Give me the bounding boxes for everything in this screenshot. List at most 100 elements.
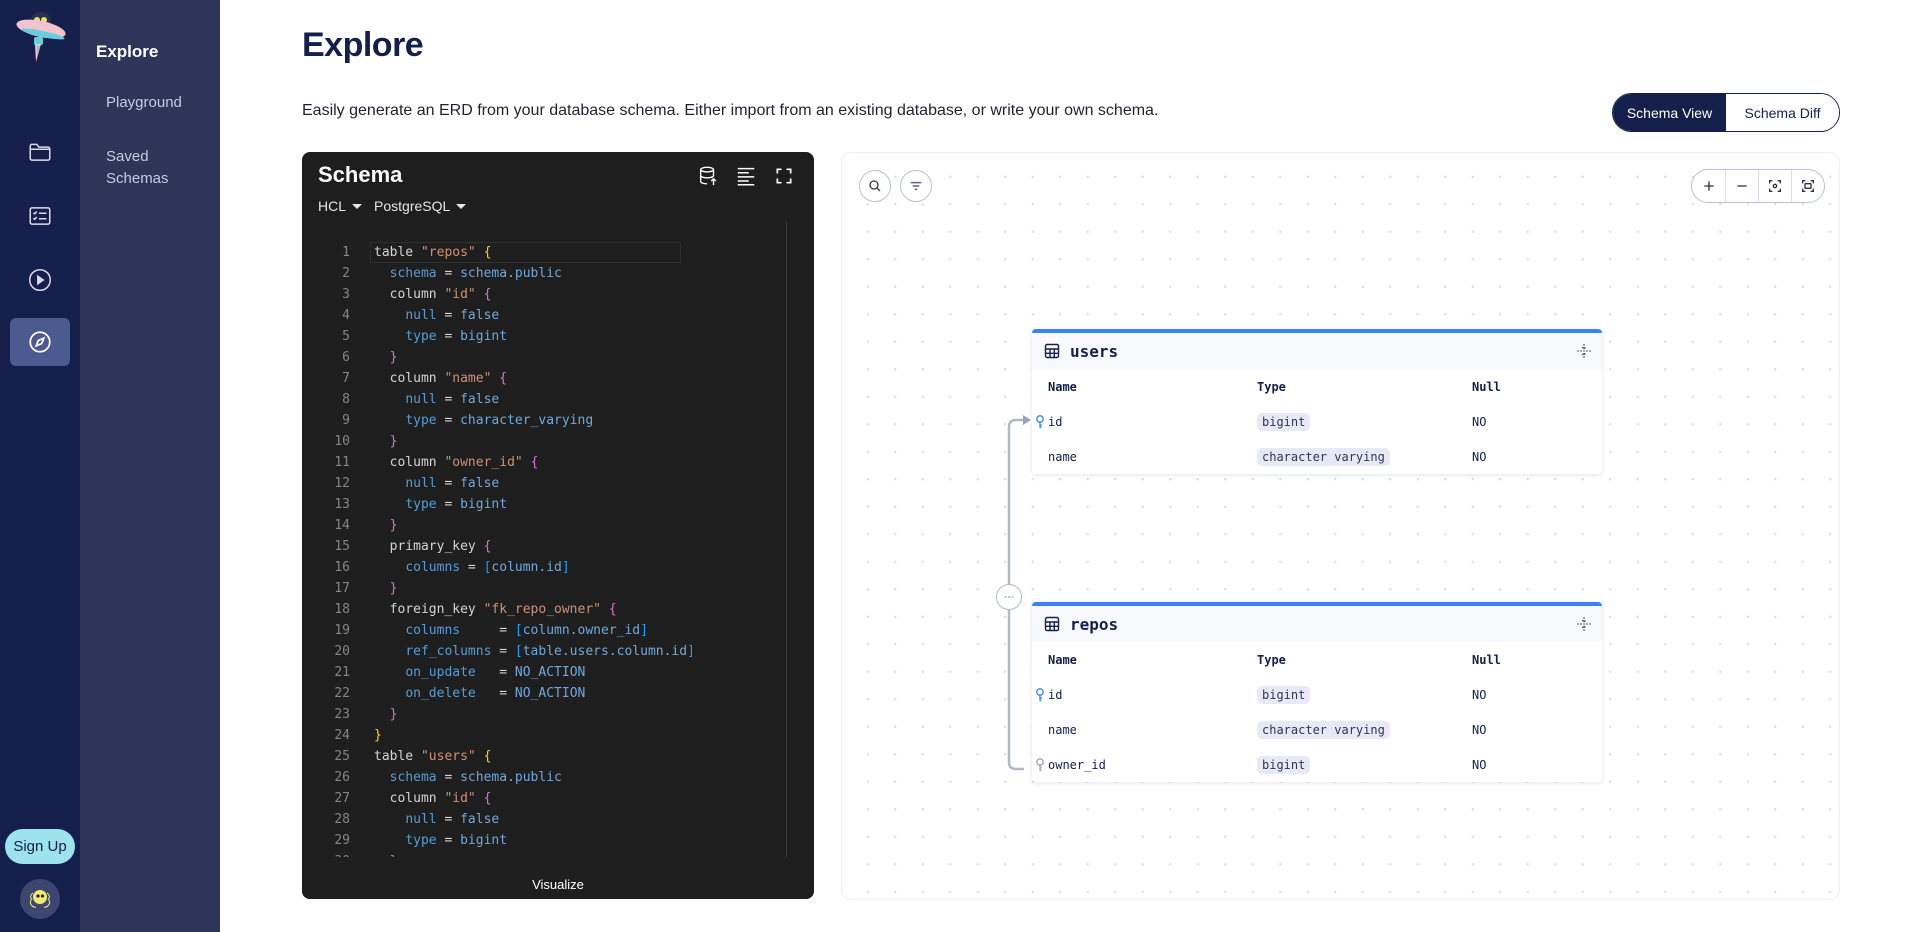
null-header: Null	[1472, 379, 1501, 394]
code-line[interactable]: 8 null = false	[320, 389, 695, 410]
code-line[interactable]: 20 ref_columns = [table.users.column.id]	[320, 641, 695, 662]
relation-edge	[1007, 415, 1031, 771]
code-line[interactable]: 2 schema = schema.public	[320, 263, 695, 284]
code-text: null = false	[405, 476, 500, 491]
line-number: 11	[334, 455, 350, 470]
line-number: 14	[334, 518, 350, 533]
code-line[interactable]: 14 }	[320, 515, 695, 536]
code-line[interactable]: 9 type = character_varying	[320, 410, 695, 431]
code-line[interactable]: 29 type = bigint	[320, 830, 695, 851]
column-null: NO	[1472, 414, 1487, 429]
icon-rail: Sign Up	[0, 0, 80, 932]
code-line[interactable]: 15 primary_key {	[320, 536, 695, 557]
erd-table-users[interactable]: users Name Type Null id bigint NO name c…	[1032, 329, 1602, 474]
code-line[interactable]: 7 column "name" {	[320, 368, 695, 389]
code-line[interactable]: 3 column "id" {	[320, 284, 695, 305]
collapse-icon[interactable]	[1576, 616, 1592, 632]
line-number: 15	[334, 539, 350, 554]
dialect-dropdown[interactable]: PostgreSQL	[374, 198, 467, 214]
column-type: bigint	[1257, 755, 1311, 774]
code-lines: 1 table "repos" {2 schema = schema.public…	[320, 242, 695, 857]
rail-projects-button[interactable]	[10, 128, 70, 176]
code-text: null = false	[405, 308, 500, 323]
code-text: schema = schema.public	[389, 770, 562, 785]
code-text: }	[389, 518, 398, 533]
erd-table-repos[interactable]: repos Name Type Null id bigint NO name c…	[1032, 602, 1602, 782]
code-line[interactable]: 23 }	[320, 704, 695, 725]
erd-canvas[interactable]: users Name Type Null id bigint NO name c…	[841, 152, 1840, 900]
language-dropdown[interactable]: HCL	[318, 198, 363, 214]
code-line[interactable]: 16 columns = [column.id]	[320, 557, 695, 578]
format-align-icon[interactable]	[734, 164, 758, 188]
code-line[interactable]: 1 table "repos" {	[320, 242, 695, 263]
code-line[interactable]: 11 column "owner_id" {	[320, 452, 695, 473]
more-horizontal-icon	[1004, 596, 1014, 598]
database-import-icon[interactable]	[696, 164, 720, 188]
code-line[interactable]: 10 }	[320, 431, 695, 452]
subnav-item-playground[interactable]: Playground	[106, 92, 182, 114]
code-line[interactable]: 18 foreign_key "fk_repo_owner" {	[320, 599, 695, 620]
chevron-down-icon	[352, 203, 363, 209]
code-line[interactable]: 17 }	[320, 578, 695, 599]
subnav-item-saved-schemas[interactable]: Saved Schemas	[106, 146, 169, 190]
code-line[interactable]: 25 table "users" {	[320, 746, 695, 767]
line-number: 10	[334, 434, 350, 449]
line-number: 5	[342, 329, 350, 344]
line-number: 22	[334, 686, 350, 701]
code-line[interactable]: 13 type = bigint	[320, 494, 695, 515]
erd-column-row[interactable]: name character varying NO	[1032, 712, 1602, 747]
code-text: }	[389, 434, 398, 449]
erd-column-row[interactable]: id bigint NO	[1032, 404, 1602, 439]
code-text: column "name" {	[374, 371, 508, 386]
visualize-button[interactable]: Visualize	[302, 869, 814, 899]
sign-up-button[interactable]: Sign Up	[5, 829, 75, 864]
code-line[interactable]: 28 null = false	[320, 809, 695, 830]
code-text: column "id" {	[374, 791, 492, 806]
code-line[interactable]: 4 null = false	[320, 305, 695, 326]
column-name: name	[1048, 449, 1077, 464]
editor-ruler	[786, 222, 787, 857]
code-line[interactable]: 21 on_update = NO_ACTION	[320, 662, 695, 683]
code-text: column "id" {	[374, 287, 492, 302]
erd-column-row[interactable]: owner_id bigint NO	[1032, 747, 1602, 782]
collapse-icon[interactable]	[1576, 343, 1592, 359]
code-line[interactable]: 6 }	[320, 347, 695, 368]
avatar[interactable]	[20, 879, 60, 919]
code-text: foreign_key "fk_repo_owner" {	[374, 602, 617, 617]
erd-column-row[interactable]: name character varying NO	[1032, 439, 1602, 474]
code-editor[interactable]: 1 table "repos" {2 schema = schema.public…	[320, 222, 798, 857]
checklist-icon	[29, 207, 51, 225]
code-line[interactable]: 24}	[320, 725, 695, 746]
code-line[interactable]: 26 schema = schema.public	[320, 767, 695, 788]
schema-diff-tab[interactable]: Schema Diff	[1726, 94, 1839, 131]
table-icon	[1044, 616, 1060, 632]
line-number: 21	[334, 665, 350, 680]
code-line[interactable]: 27 column "id" {	[320, 788, 695, 809]
code-line[interactable]: 12 null = false	[320, 473, 695, 494]
schema-view-tab[interactable]: Schema View	[1613, 94, 1726, 131]
code-text: primary_key {	[374, 539, 492, 554]
code-line[interactable]: 22 on_delete = NO_ACTION	[320, 683, 695, 704]
erd-table-name: users	[1070, 341, 1119, 361]
sub-navigation: Explore Playground Saved Schemas	[80, 0, 220, 932]
line-number: 12	[334, 476, 350, 491]
erd-table-header: users	[1032, 333, 1602, 369]
code-line[interactable]: 19 columns = [column.owner_id]	[320, 620, 695, 641]
column-null: NO	[1472, 449, 1487, 464]
rail-runs-button[interactable]	[10, 256, 70, 304]
line-number: 27	[334, 791, 350, 806]
rail-explore-button[interactable]	[10, 318, 70, 366]
schema-editor-panel: Schema HCL PostgreSQL 1 table "repos" {2 …	[302, 152, 814, 899]
name-header: Name	[1048, 652, 1077, 667]
line-number: 26	[334, 770, 350, 785]
column-null: NO	[1472, 687, 1487, 702]
ufo-logo-icon[interactable]	[10, 6, 70, 66]
code-line[interactable]: 30 }	[320, 851, 695, 857]
erd-column-row[interactable]: id bigint NO	[1032, 677, 1602, 712]
chevron-down-icon	[456, 203, 467, 209]
code-line[interactable]: 5 type = bigint	[320, 326, 695, 347]
line-number: 16	[334, 560, 350, 575]
relation-label-button[interactable]	[996, 584, 1022, 610]
rail-migrations-button[interactable]	[10, 192, 70, 240]
fullscreen-icon[interactable]	[772, 164, 796, 188]
